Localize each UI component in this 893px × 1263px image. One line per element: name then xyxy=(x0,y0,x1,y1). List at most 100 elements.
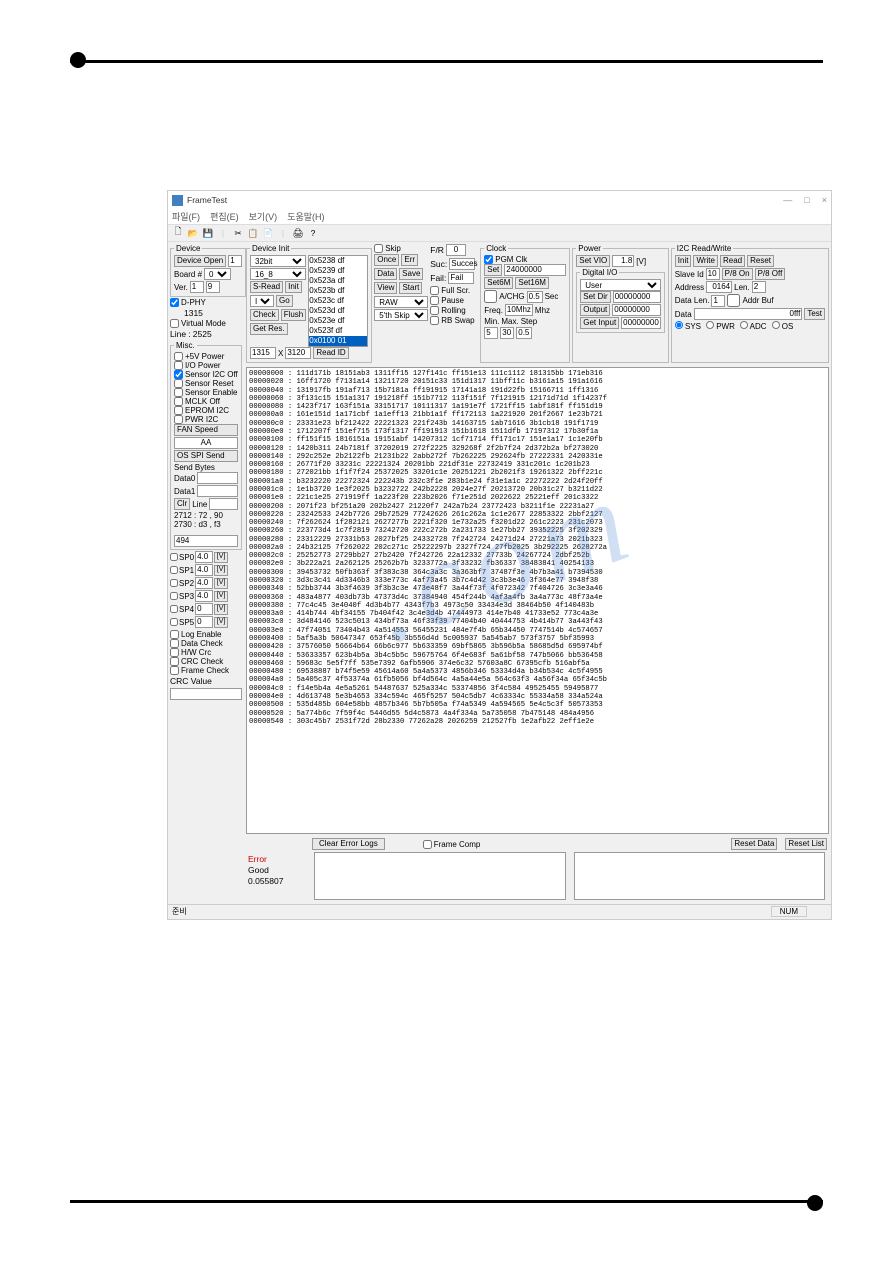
skip-select[interactable]: 5'th Skip xyxy=(374,309,428,321)
i2c-radio-os[interactable] xyxy=(772,321,780,329)
sp5-v-button[interactable]: [V] xyxy=(214,617,228,628)
init-list-item[interactable]: 0x5239 df xyxy=(309,266,367,276)
misc-i-o-power-checkbox[interactable] xyxy=(174,361,183,370)
hex-dump-area[interactable]: 00000000 : 111d171b 18151ab3 1311ff15 12… xyxy=(246,367,829,834)
sp1-checkbox[interactable] xyxy=(170,566,178,574)
getinput-button[interactable]: Get Input xyxy=(580,317,619,329)
format-select[interactable]: 16_8 xyxy=(250,268,306,280)
board-select[interactable]: 0 xyxy=(204,268,231,280)
once-button[interactable]: Once xyxy=(374,254,399,266)
new-icon[interactable]: 🗋 xyxy=(172,227,184,239)
i2c-read-button[interactable]: Read xyxy=(720,255,745,267)
sp0-checkbox[interactable] xyxy=(170,553,178,561)
menu-view[interactable]: 보기(V) xyxy=(249,210,278,223)
sp2-value[interactable]: 4.0 xyxy=(195,577,213,589)
achg-checkbox[interactable] xyxy=(484,290,497,303)
fan-speed-button[interactable]: FAN Speed xyxy=(174,424,238,436)
set6m-button[interactable]: Set6M xyxy=(484,277,513,289)
flush-button[interactable]: Flush xyxy=(281,309,307,321)
ver-major[interactable]: 1 xyxy=(190,281,204,293)
error-log-right[interactable] xyxy=(574,852,826,900)
freq-value[interactable]: 10Mhz xyxy=(505,304,533,316)
init-listbox[interactable]: 0x5238 df0x5239 df0x523a df0x523b df0x52… xyxy=(308,255,368,347)
init-list-item[interactable]: 0x523a df xyxy=(309,276,367,286)
sp0-value[interactable]: 4.0 xyxy=(195,551,213,563)
misc-mclk-off-checkbox[interactable] xyxy=(174,397,183,406)
init-list-item[interactable]: 0x523f df xyxy=(309,326,367,336)
getres-button[interactable]: Get Res. xyxy=(250,323,288,335)
sp5-checkbox[interactable] xyxy=(170,618,178,626)
menu-help[interactable]: 도움말(H) xyxy=(287,210,324,223)
maximize-button[interactable]: □ xyxy=(804,195,809,205)
fullscr-checkbox[interactable] xyxy=(430,286,439,295)
data-button[interactable]: Data xyxy=(374,268,397,280)
sread-button[interactable]: S-Read xyxy=(250,281,283,293)
init-list-item[interactable]: 0x523e df xyxy=(309,316,367,326)
setvio-button[interactable]: Set VIO xyxy=(576,255,610,267)
sp4-checkbox[interactable] xyxy=(170,605,178,613)
data0-input[interactable] xyxy=(197,472,238,484)
sp2-v-button[interactable]: [V] xyxy=(214,578,228,589)
crc-value-input[interactable] xyxy=(170,688,242,700)
vio-value[interactable]: 1.8 xyxy=(612,255,634,267)
sp3-value[interactable]: 4.0 xyxy=(195,590,213,602)
user-select[interactable]: User xyxy=(580,279,661,291)
open-icon[interactable]: 📂 xyxy=(187,227,199,239)
init-list-item[interactable]: 0x523c df xyxy=(309,296,367,306)
data-check-checkbox[interactable] xyxy=(170,639,179,648)
init-list-item[interactable]: 0x523d df xyxy=(309,306,367,316)
pgmclk-checkbox[interactable] xyxy=(484,255,493,264)
pause-checkbox[interactable] xyxy=(430,296,439,305)
menu-edit[interactable]: 편집(E) xyxy=(210,210,239,223)
virtual-mode-checkbox[interactable] xyxy=(170,319,179,328)
p8off-button[interactable]: P/8 Off xyxy=(755,268,786,280)
set-clock-button[interactable]: Set xyxy=(484,264,502,276)
init-list-item[interactable]: 0x0100 01 xyxy=(309,336,367,346)
check-button[interactable]: Check xyxy=(250,309,279,321)
skip-checkbox[interactable] xyxy=(374,244,383,253)
misc-pwr-i2c-checkbox[interactable] xyxy=(174,415,183,424)
p8on-button[interactable]: P/8 On xyxy=(722,268,753,280)
i2c-init-button[interactable]: Init xyxy=(675,255,692,267)
ini-select[interactable]: INI xyxy=(250,295,274,307)
menu-file[interactable]: 파일(F) xyxy=(172,210,200,223)
device-open-button[interactable]: Device Open xyxy=(174,255,226,267)
i2c-radio-adc[interactable] xyxy=(740,321,748,329)
sp0-v-button[interactable]: [V] xyxy=(214,552,228,563)
cut-icon[interactable]: ✂ xyxy=(232,227,244,239)
res-width[interactable]: 1315 xyxy=(250,347,276,359)
bit-select[interactable]: 32bit xyxy=(250,255,306,267)
ver-minor[interactable]: 9 xyxy=(206,281,220,293)
err-button[interactable]: Err xyxy=(401,254,418,266)
raw-select[interactable]: RAW xyxy=(374,296,428,308)
log-enable-checkbox[interactable] xyxy=(170,630,179,639)
data1-input[interactable] xyxy=(197,485,238,497)
error-log-left[interactable] xyxy=(314,852,566,900)
misc-sensor-enable-checkbox[interactable] xyxy=(174,388,183,397)
test-button[interactable]: Test xyxy=(804,308,825,320)
setdir-button[interactable]: Set Dir xyxy=(580,291,610,303)
line-input[interactable] xyxy=(209,498,238,510)
sp3-v-button[interactable]: [V] xyxy=(214,591,228,602)
rolling-checkbox[interactable] xyxy=(430,306,439,315)
fan-speed-value[interactable]: AA xyxy=(174,437,238,449)
reset-list-button[interactable]: Reset List xyxy=(785,838,827,850)
clear-error-logs-button[interactable]: Clear Error Logs xyxy=(312,838,385,850)
framecomp-checkbox[interactable] xyxy=(423,840,432,849)
misc-sensor-reset-checkbox[interactable] xyxy=(174,379,183,388)
i2c-write-button[interactable]: Write xyxy=(693,255,718,267)
init-list-item[interactable]: 0x5238 df xyxy=(309,256,367,266)
output-button[interactable]: Output xyxy=(580,304,610,316)
minimize-button[interactable]: — xyxy=(783,195,792,205)
h-w-crc-checkbox[interactable] xyxy=(170,648,179,657)
save-icon[interactable]: 💾 xyxy=(202,227,214,239)
readid-button[interactable]: Read ID xyxy=(313,347,348,359)
go-button[interactable]: Go xyxy=(276,295,293,307)
sp1-value[interactable]: 4.0 xyxy=(195,564,213,576)
i2c-radio-pwr[interactable] xyxy=(706,321,714,329)
rbswap-checkbox[interactable] xyxy=(430,316,439,325)
init-list-item[interactable]: 0x523b df xyxy=(309,286,367,296)
misc-eprom-i2c-checkbox[interactable] xyxy=(174,406,183,415)
misc--5v-power-checkbox[interactable] xyxy=(174,352,183,361)
init-button[interactable]: Init xyxy=(285,281,302,293)
